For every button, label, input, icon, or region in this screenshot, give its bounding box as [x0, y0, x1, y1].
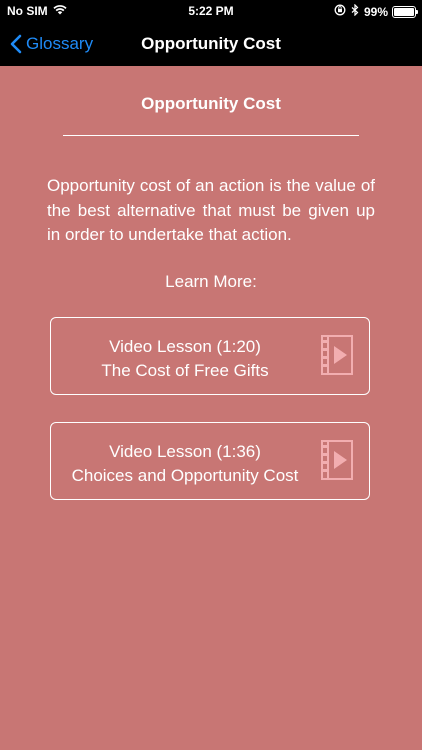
navigation-bar: Glossary Opportunity Cost — [0, 22, 422, 66]
video-lesson-duration: Video Lesson (1:20) — [109, 337, 261, 356]
battery-percent: 99% — [363, 4, 388, 19]
video-lesson-title: The Cost of Free Gifts — [101, 361, 269, 380]
video-lesson-text: Video Lesson (1:36) Choices and Opportun… — [57, 440, 313, 488]
video-lesson-card-1[interactable]: Video Lesson (1:20) The Cost of Free Gif… — [50, 317, 370, 395]
status-right: 99% — [329, 3, 418, 19]
nav-title: Opportunity Cost — [141, 34, 281, 53]
status-bar: No SIM 5:22 PM 99% — [0, 0, 422, 22]
definition-text: Opportunity cost of an action is the val… — [47, 176, 375, 244]
page-title: Opportunity Cost — [141, 94, 281, 113]
video-play-icon — [321, 440, 353, 480]
battery-icon — [392, 5, 418, 18]
orientation-lock-icon — [334, 4, 346, 19]
video-lesson-duration: Video Lesson (1:36) — [109, 442, 261, 461]
divider — [63, 135, 359, 136]
battery-fill — [394, 7, 414, 16]
video-play-icon — [321, 335, 353, 375]
bluetooth-icon — [351, 3, 359, 19]
learn-more-label: Learn More: — [165, 272, 257, 291]
video-lesson-title: Choices and Opportunity Cost — [71, 466, 299, 485]
video-lesson-card-2[interactable]: Video Lesson (1:36) Choices and Opportun… — [50, 422, 370, 500]
video-lesson-text: Video Lesson (1:20) The Cost of Free Gif… — [57, 335, 313, 383]
